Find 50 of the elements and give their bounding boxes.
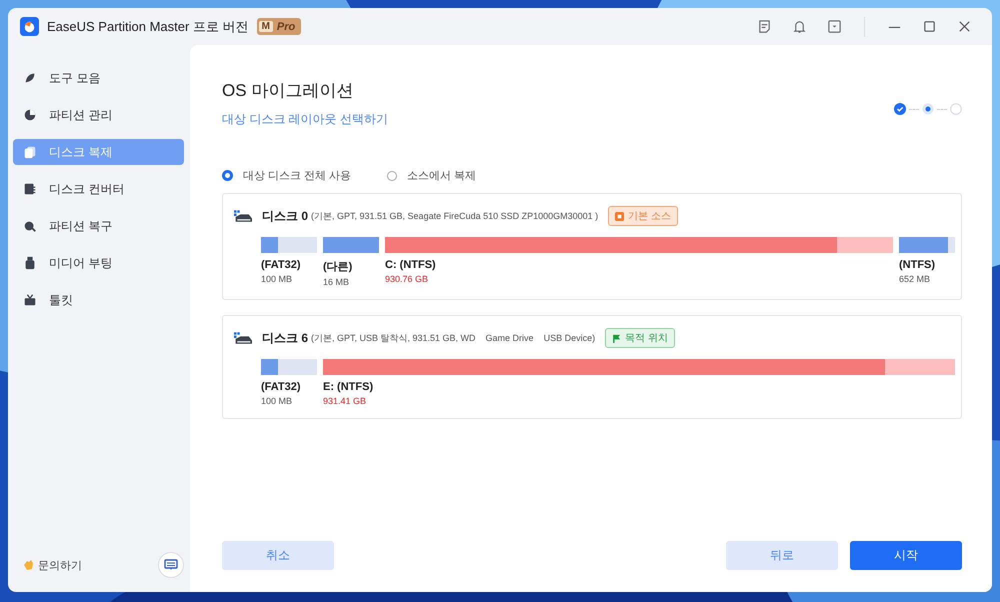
document-icon bbox=[23, 182, 37, 196]
disk-details: (기본, GPT, USB 탈착식, 931.51 GB, WD Game Drive USB Device) bbox=[311, 332, 596, 344]
page-subtitle: 대상 디스크 레이아웃 선택하기 bbox=[222, 111, 388, 128]
partition-size: 931.41 GB bbox=[323, 396, 368, 406]
bell-icon[interactable] bbox=[792, 19, 807, 34]
flag-icon bbox=[612, 334, 622, 342]
partition-label: (NTFS) bbox=[899, 259, 936, 271]
logo-icon bbox=[20, 17, 39, 36]
window-title: EaseUS Partition Master 프로 버전 bbox=[47, 18, 249, 36]
usb-drive-icon bbox=[23, 256, 37, 270]
partition-size: 100 MB bbox=[261, 274, 294, 284]
maximize-icon[interactable] bbox=[922, 19, 937, 34]
radio-button[interactable] bbox=[222, 170, 233, 181]
radio-option[interactable]: 대상 디스크 전체 사용 bbox=[222, 168, 352, 183]
sidebar-item[interactable]: 도구 모음 bbox=[13, 65, 184, 91]
copy-icon bbox=[23, 145, 37, 159]
target-tag: 목적 위치 bbox=[605, 328, 675, 348]
contact-link[interactable]: 문의하기 bbox=[38, 558, 82, 572]
partition-label: C: (NTFS) bbox=[385, 259, 437, 271]
disk-icon bbox=[234, 332, 252, 344]
close-icon[interactable] bbox=[957, 19, 972, 34]
sidebar-item[interactable]: 디스크 컨버터 bbox=[13, 176, 184, 202]
partition-size: 100 MB bbox=[261, 396, 294, 406]
dropdown-icon[interactable] bbox=[827, 19, 842, 34]
partition-size: 930.76 GB bbox=[385, 274, 430, 284]
pie-chart-icon bbox=[23, 108, 37, 122]
sidebar-item[interactable]: 미디어 부팅 bbox=[13, 250, 184, 276]
leaf-icon bbox=[23, 71, 37, 85]
radio-button[interactable] bbox=[387, 170, 398, 180]
chat-icon[interactable] bbox=[158, 552, 184, 578]
partition-label: (다른) bbox=[323, 260, 354, 274]
disk-icon bbox=[234, 210, 252, 222]
disk-name: 디스크 6 bbox=[262, 330, 308, 346]
pro-badge: M Pro bbox=[256, 18, 302, 35]
note-icon[interactable] bbox=[757, 19, 772, 34]
partition-size: 652 MB bbox=[899, 274, 932, 284]
sidebar-item[interactable]: 툴킷 bbox=[13, 287, 184, 313]
page-title: OS 마이그레이션 bbox=[222, 80, 354, 102]
source-tag: 기본 소스 bbox=[608, 206, 678, 226]
sidebar-item[interactable]: 파티션 관리 bbox=[13, 102, 184, 128]
disk-details: (기본, GPT, 931.51 GB, Seagate FireCuda 510 SSD ZP1000GM30001 ) bbox=[311, 210, 598, 222]
start-button[interactable]: 시작 bbox=[850, 541, 962, 570]
disk-name: 디스크 0 bbox=[262, 208, 308, 224]
partition-label: (FAT32) bbox=[261, 259, 302, 271]
partition-size: 16 MB bbox=[323, 277, 350, 287]
magnifier-icon bbox=[23, 219, 37, 233]
partition-label: (FAT32) bbox=[261, 381, 302, 393]
radio-option[interactable]: 소스에서 복제 bbox=[387, 168, 476, 183]
partition-label: E: (NTFS) bbox=[323, 381, 374, 393]
sidebar-item[interactable]: 파티션 복구 bbox=[13, 213, 184, 239]
